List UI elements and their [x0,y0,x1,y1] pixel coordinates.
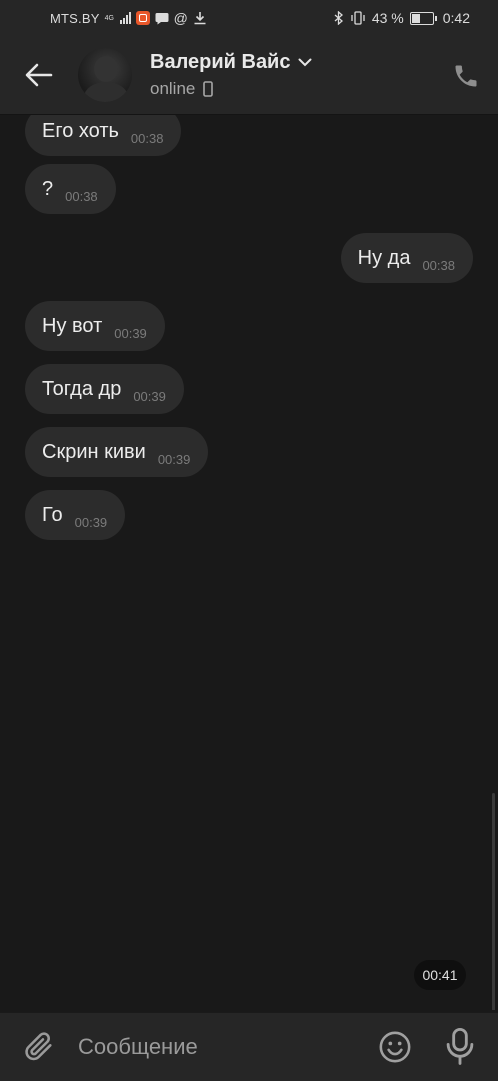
message-composer [0,1012,498,1081]
back-button[interactable] [22,58,56,92]
message-text: Его хоть [42,119,119,142]
chevron-down-icon [298,58,312,67]
message-time: 00:38 [422,257,455,273]
message-text: Тогда др [42,377,122,400]
chat-header: Валерий Вайс online [0,38,498,115]
battery-icon [409,11,434,25]
contact-status: online [150,79,214,99]
bluetooth-icon [334,11,343,25]
message-text: ? [42,177,54,200]
app-notification-icon [135,11,150,25]
microphone-icon[interactable] [444,1027,476,1065]
paperclip-icon[interactable] [22,1029,56,1063]
online-status: online [150,79,196,98]
carrier-label: MTS.BY [50,10,100,26]
message-time: 00:38 [130,130,164,146]
message-bubble-incoming[interactable]: Скрин киви 00:39 [25,427,209,477]
message-text: Го [42,503,63,526]
battery-percent: 43 % [371,10,404,26]
message-bubble-incoming[interactable]: ? 00:38 [25,164,116,214]
message-text: Ну да [357,246,411,269]
message-list[interactable]: Его хоть 00:38 ? 00:38 Ну да 00:38 Ну во… [0,115,498,1010]
message-bubble-incoming[interactable]: Тогда др 00:39 [25,364,184,414]
chat-bubble-icon [155,12,169,24]
message-text: Ну вот [42,314,103,337]
emoji-icon[interactable] [378,1030,412,1064]
message-input[interactable] [78,1027,358,1067]
battery-tip [434,15,437,21]
network-type-label: 4G [104,14,114,22]
message-bubble-incoming[interactable]: Го 00:39 [25,490,126,540]
signal-icon [119,12,131,24]
message-bubble-incoming[interactable]: Ну вот 00:39 [25,301,165,351]
scrollbar[interactable] [492,793,495,1010]
phone-device-icon [203,81,214,97]
message-time: 00:39 [133,388,166,404]
clock: 0:42 [442,10,470,26]
back-arrow-icon [25,63,53,87]
phone-icon[interactable] [452,62,480,90]
contact-name: Валерий Вайс [150,51,291,73]
message-text: Скрин киви [42,440,146,463]
vibrate-icon [351,11,365,25]
download-icon [194,12,206,25]
at-sign-icon: @ [173,10,188,26]
floating-time-chip: 00:41 [414,960,466,990]
avatar[interactable] [78,48,132,102]
contact-name-button[interactable]: Валерий Вайс [150,51,312,74]
status-bar: MTS.BY 4G @ 43 % 0:42 [0,0,498,38]
message-bubble-outgoing[interactable]: Ну да 00:38 [340,233,473,283]
message-time: 00:39 [114,325,147,341]
message-bubble-incoming[interactable]: Его хоть 00:38 [25,115,182,156]
message-time: 00:39 [157,451,191,467]
message-time: 00:38 [65,188,98,204]
message-time: 00:39 [74,514,108,530]
